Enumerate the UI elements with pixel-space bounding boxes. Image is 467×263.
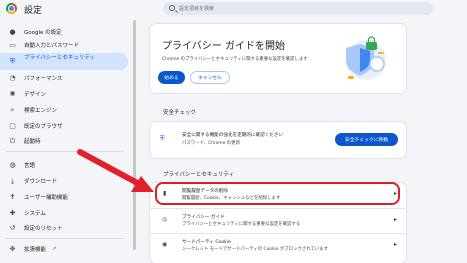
sidebar-item-performance[interactable]: ◔ パフォーマンス bbox=[0, 71, 128, 85]
row-title: プライバシー ガイド bbox=[182, 215, 225, 220]
privacy-guide-description: Chrome のプライバシーとセキュリティに関する重要な設定を確認します bbox=[162, 57, 308, 62]
page-title: 設定 bbox=[24, 6, 43, 16]
sidebar-item-languages[interactable]: ◍ 言語 bbox=[0, 158, 128, 172]
search-icon bbox=[169, 5, 175, 11]
privacy-security-heading: プライバシーとセキュリティ bbox=[163, 172, 235, 178]
sidebar-item-reset[interactable]: ↺ 設定のリセット bbox=[0, 221, 128, 235]
sidebar-item-label: 起動時 bbox=[24, 139, 41, 145]
privacy-guide-illustration bbox=[346, 36, 386, 80]
privacy-guide-title: プライバシー ガイドを開始 bbox=[162, 41, 285, 52]
top-bar: 設定 bbox=[0, 0, 467, 18]
power-icon: ⏻ bbox=[9, 136, 16, 145]
search-input[interactable] bbox=[179, 3, 419, 14]
search-icon: ⌕ bbox=[10, 105, 15, 114]
third-party-cookies-row[interactable]: ◉ サードパーティ Cookie シークレット モードでサードパーティの Coo… bbox=[150, 234, 406, 257]
safety-check-heading: 安全チェック bbox=[163, 110, 197, 116]
highlight-box bbox=[155, 182, 400, 205]
sidebar-item-label: Google の設定 bbox=[24, 30, 62, 36]
cancel-button[interactable]: キャンセル bbox=[190, 71, 230, 84]
sidebar-item-accessibility[interactable]: ✝ ユーザー補助機能 bbox=[0, 190, 128, 204]
chevron-right-icon: ▸ bbox=[394, 241, 398, 248]
sidebar-scrollbar[interactable] bbox=[133, 20, 136, 250]
reset-icon: ↺ bbox=[9, 223, 16, 232]
start-button[interactable]: 始める bbox=[158, 71, 185, 84]
sidebar-item-label: システム bbox=[24, 211, 46, 217]
sidebar-item-label: 拡張機能 bbox=[24, 247, 47, 253]
browser-icon: ▢ bbox=[9, 121, 16, 130]
autofill-icon: ▭ bbox=[9, 40, 16, 49]
sidebar-item-system[interactable]: ✚ システム bbox=[0, 206, 128, 220]
external-link-icon: ↗ bbox=[52, 246, 57, 252]
cookie-icon: ◉ bbox=[162, 241, 168, 248]
sidebar-item-on-startup[interactable]: ⏻ 起動時 bbox=[0, 134, 128, 148]
sidebar-item-downloads[interactable]: ⤓ ダウンロード bbox=[0, 174, 128, 188]
sidebar-item-label: ユーザー補助機能 bbox=[24, 195, 68, 201]
search-box[interactable] bbox=[163, 2, 433, 15]
sidebar-divider bbox=[6, 151, 124, 152]
sidebar-item-label: 既定のブラウザ bbox=[24, 124, 63, 130]
sidebar: ● Google の設定 ▭ 自動入力とパスワード ⛨ プライバシーとセキュリテ… bbox=[0, 20, 132, 263]
privacy-guide-card: プライバシー ガイドを開始 Chrome のプライバシーとセキュリティに関する重… bbox=[150, 24, 406, 93]
shield-icon: ⛨ bbox=[9, 57, 16, 65]
download-icon: ⤓ bbox=[10, 176, 15, 185]
chrome-logo-icon bbox=[6, 3, 17, 14]
sidebar-item-label: プライバシーとセキュリティ bbox=[24, 55, 96, 61]
globe-icon: ◍ bbox=[9, 160, 16, 169]
shield-check-icon: ⛨ bbox=[160, 135, 165, 142]
puzzle-icon: ✥ bbox=[9, 244, 16, 253]
row-description: プライバシーとセキュリティに関する重要な設定を確認する bbox=[182, 222, 301, 227]
accessibility-icon: ✝ bbox=[9, 192, 16, 201]
sidebar-item-search-engine[interactable]: ⌕ 検索エンジン bbox=[0, 103, 128, 117]
sidebar-item-appearance[interactable]: ✺ デザイン bbox=[0, 87, 128, 101]
settings-window: 設定 ● Google の設定 ▭ 自動入力とパスワード ⛨ プライバシーとセキ… bbox=[0, 0, 467, 263]
sidebar-item-label: 設定のリセット bbox=[24, 226, 63, 232]
sidebar-divider bbox=[6, 238, 124, 239]
sidebar-item-label: 自動入力とパスワード bbox=[24, 43, 80, 49]
sidebar-item-autofill[interactable]: ▭ 自動入力とパスワード bbox=[0, 38, 128, 52]
sidebar-item-label: デザイン bbox=[24, 92, 47, 98]
sidebar-item-label: ダウンロード bbox=[24, 179, 58, 185]
wrench-icon: ✚ bbox=[9, 208, 16, 217]
sidebar-item-label: 言語 bbox=[24, 163, 36, 169]
sidebar-item-google[interactable]: ● Google の設定 bbox=[0, 25, 128, 39]
go-to-safety-check-button[interactable]: 安全チェックに移動 bbox=[335, 133, 398, 146]
person-icon: ● bbox=[9, 27, 16, 36]
sidebar-item-extensions[interactable]: ✥ 拡張機能 ↗ bbox=[0, 242, 128, 256]
row-description: シークレット モードでサードパーティの Cookie がブロックされています bbox=[182, 247, 329, 252]
compass-icon: ◎ bbox=[162, 216, 168, 223]
speed-icon: ◔ bbox=[9, 73, 16, 82]
row-title: サードパーティ Cookie bbox=[182, 240, 231, 245]
sidebar-item-label: 検索エンジン bbox=[24, 108, 58, 114]
safety-check-card: ⛨ 安全に関する機能の強化を定期的に確認ください パスワード、Chrome の更… bbox=[150, 122, 406, 158]
palette-icon: ✺ bbox=[9, 89, 16, 98]
sidebar-item-privacy[interactable]: ⛨ プライバシーとセキュリティ bbox=[0, 53, 128, 70]
sidebar-item-default-browser[interactable]: ▢ 既定のブラウザ bbox=[0, 119, 128, 133]
safety-check-line2: パスワード、Chrome の更新 bbox=[182, 141, 240, 146]
safety-check-line1: 安全に関する機能の強化を定期的に確認ください bbox=[182, 133, 284, 138]
privacy-guide-row[interactable]: ◎ プライバシー ガイド プライバシーとセキュリティに関する重要な設定を確認する… bbox=[150, 209, 406, 232]
sidebar-item-label: パフォーマンス bbox=[24, 76, 63, 82]
chevron-right-icon: ▸ bbox=[394, 216, 398, 223]
